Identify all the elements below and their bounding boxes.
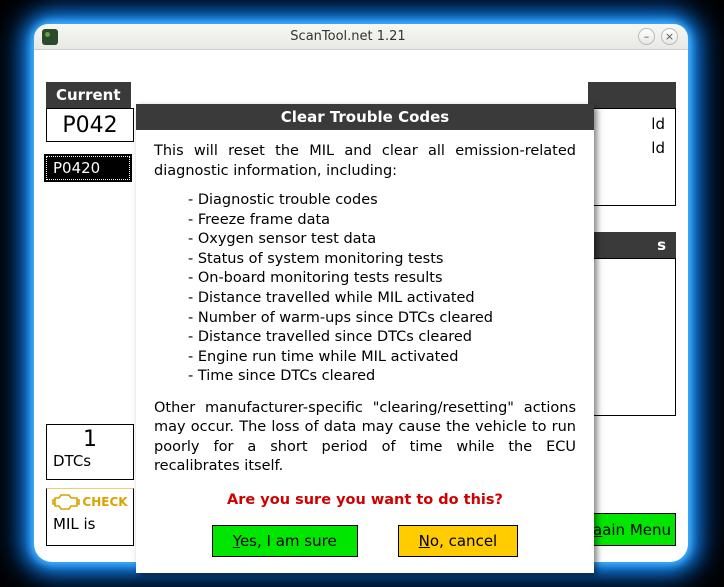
window-title: ScanTool.net 1.21 (58, 29, 638, 44)
clear-codes-dialog: Clear Trouble Codes This will reset the … (136, 104, 594, 573)
dtc-count-value: 1 (47, 425, 133, 452)
dialog-item: Distance travelled since DTCs cleared (188, 328, 576, 348)
main-menu-button[interactable]: aain Menu (588, 513, 676, 546)
right-box-1: ld ld (588, 108, 676, 206)
client-area: Current P042 P0420 ld ld s 1 DTCs CHECK … (40, 56, 682, 556)
dialog-item: On-board monitoring tests results (188, 269, 576, 289)
mil-status-text: MIL is (47, 511, 133, 533)
dialog-title: Clear Trouble Codes (136, 104, 594, 130)
close-button[interactable]: × (661, 28, 678, 45)
check-engine-icon: CHECK (47, 493, 133, 511)
minimize-button[interactable]: – (638, 28, 655, 45)
right-header-2: s (588, 232, 676, 258)
titlebar: ScanTool.net 1.21 – × (34, 24, 688, 50)
app-icon (42, 29, 58, 45)
current-code-display: P042 (46, 108, 134, 142)
dtc-list-box (46, 148, 134, 416)
dialog-item: Engine run time while MIL activated (188, 348, 576, 368)
dialog-item: Time since DTCs cleared (188, 367, 576, 387)
yes-button[interactable]: Yes, I am sure (212, 525, 358, 557)
right-label-1a: ld (589, 109, 675, 133)
dialog-item: Freeze frame data (188, 211, 576, 231)
right-box-2 (588, 258, 676, 416)
dialog-item-list: Diagnostic trouble codes Freeze frame da… (154, 191, 576, 387)
dialog-outro: Other manufacturer-specific "clearing/re… (154, 399, 576, 477)
dtc-list-header: Current (46, 82, 131, 108)
dialog-item: Status of system monitoring tests (188, 250, 576, 270)
mil-status-box: CHECK MIL is (46, 488, 134, 546)
dtc-selected-row[interactable]: P0420 (46, 156, 130, 180)
no-button[interactable]: No, cancel (398, 525, 519, 557)
dialog-item: Oxygen sensor test data (188, 230, 576, 250)
dialog-item: Distance travelled while MIL activated (188, 289, 576, 309)
right-label-1b: ld (589, 133, 675, 157)
dtc-count-label: DTCs (47, 452, 133, 470)
dialog-button-row: Yes, I am sure No, cancel (154, 525, 576, 557)
dialog-body: This will reset the MIL and clear all em… (136, 130, 594, 573)
app-window: ScanTool.net 1.21 – × Current P042 P0420… (34, 24, 688, 562)
dialog-item: Number of warm-ups since DTCs cleared (188, 309, 576, 329)
dtc-count-box: 1 DTCs (46, 424, 134, 480)
right-header-1 (588, 82, 676, 108)
dialog-warning: Are you sure you want to do this? (154, 491, 576, 511)
dialog-item: Diagnostic trouble codes (188, 191, 576, 211)
dialog-intro: This will reset the MIL and clear all em… (154, 142, 576, 181)
